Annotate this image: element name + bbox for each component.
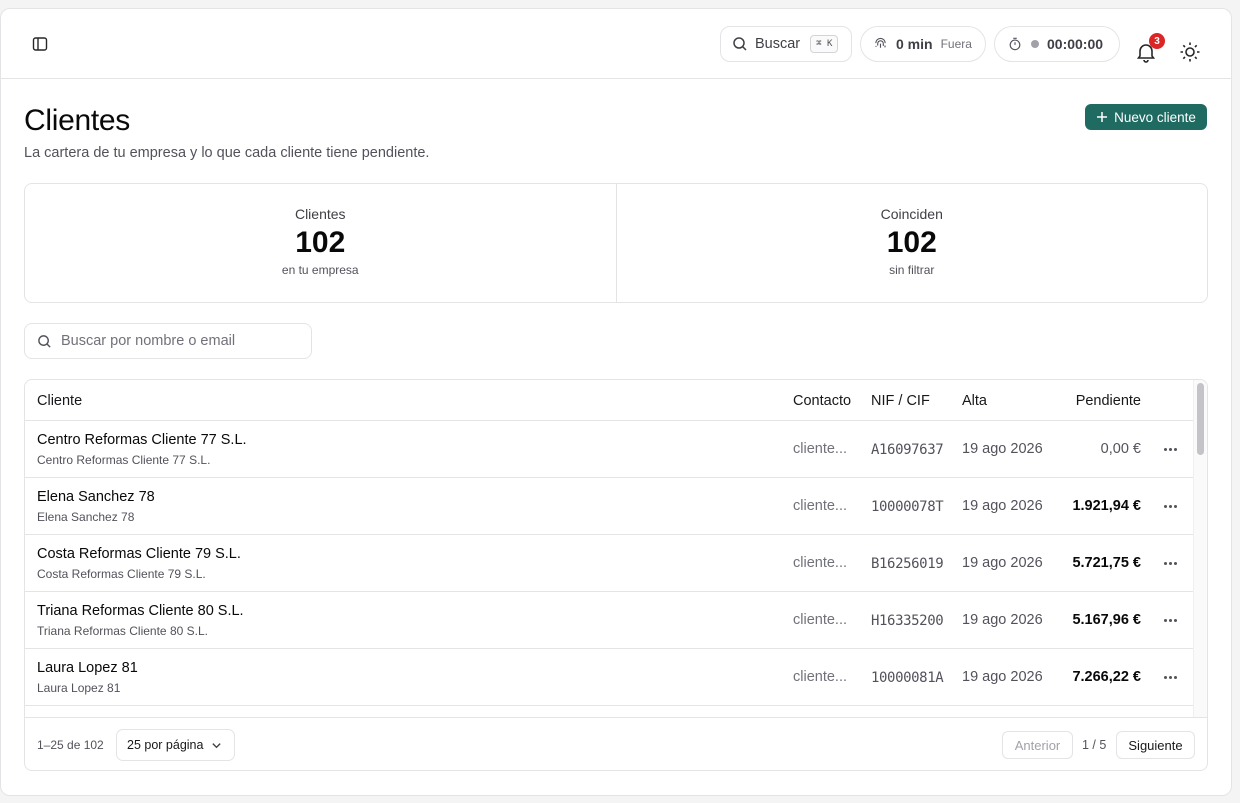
client-alta: 19 ago 2026 bbox=[962, 498, 1043, 514]
client-nif: 10000078T bbox=[871, 499, 944, 515]
row-more-icon[interactable] bbox=[1160, 440, 1180, 458]
column-header-cliente[interactable]: Cliente bbox=[37, 393, 82, 409]
client-contact: cliente... bbox=[793, 669, 847, 685]
column-header-pendiente[interactable]: Pendiente bbox=[1076, 393, 1141, 409]
top-bar: Buscar ⌘ K 0 min Fuera 00:00:00 3 bbox=[1, 9, 1231, 79]
fingerprint-icon bbox=[875, 37, 886, 48]
per-page-value: 25 por página bbox=[127, 738, 204, 752]
table-row[interactable]: Centro Reformas Cliente 77 S.L. Centro R… bbox=[25, 421, 1193, 478]
timer-status-dot bbox=[1031, 40, 1039, 48]
stat-label: Coinciden bbox=[880, 206, 943, 222]
table-row[interactable]: Triana Reformas Cliente 80 S.L. Triana R… bbox=[25, 592, 1193, 649]
client-nif: H16335200 bbox=[871, 613, 944, 629]
page-title: Clientes bbox=[24, 104, 130, 137]
client-name[interactable]: Triana Reformas Cliente 80 S.L. bbox=[37, 603, 244, 619]
global-search-label: Buscar bbox=[755, 36, 801, 52]
previous-page-button[interactable]: Anterior bbox=[1002, 731, 1073, 759]
client-nif: 10000081A bbox=[871, 670, 944, 686]
client-name[interactable]: Costa Reformas Cliente 79 S.L. bbox=[37, 546, 241, 562]
stat-total-clients: Clientes 102 en tu empresa bbox=[25, 184, 616, 302]
search-icon bbox=[733, 37, 747, 51]
chevron-down-icon bbox=[212, 742, 222, 748]
client-contact: cliente... bbox=[793, 612, 847, 628]
client-subtitle: Elena Sanchez 78 bbox=[37, 510, 135, 524]
table-footer: 1–25 de 102 25 por página Anterior 1 / 5… bbox=[25, 717, 1207, 770]
client-pendiente: 5.167,96 € bbox=[1072, 612, 1141, 628]
page-indicator: 1 / 5 bbox=[1082, 738, 1107, 752]
new-client-label: Nuevo cliente bbox=[1114, 109, 1196, 125]
client-name[interactable]: Laura Lopez 81 bbox=[37, 660, 138, 676]
client-search bbox=[24, 323, 312, 359]
client-pendiente: 0,00 € bbox=[1100, 441, 1141, 457]
client-alta: 19 ago 2026 bbox=[962, 555, 1043, 571]
table-header: Cliente Contacto NIF / CIF Alta Pendient… bbox=[25, 380, 1193, 421]
stat-matching-clients: Coinciden 102 sin filtrar bbox=[615, 184, 1208, 302]
search-shortcut: ⌘ K bbox=[810, 35, 839, 53]
table-scrollbar[interactable] bbox=[1193, 380, 1207, 717]
stat-value: 102 bbox=[886, 226, 937, 259]
stopwatch-icon bbox=[1009, 37, 1021, 51]
client-pendiente: 1.921,94 € bbox=[1072, 498, 1141, 514]
client-contact: cliente... bbox=[793, 555, 847, 571]
table-row-partial[interactable] bbox=[25, 706, 1193, 717]
client-pendiente: 5.721,75 € bbox=[1072, 555, 1141, 571]
stats-panel: Clientes 102 en tu empresa Coinciden 102… bbox=[24, 183, 1208, 303]
plus-icon bbox=[1097, 112, 1108, 122]
client-subtitle: Centro Reformas Cliente 77 S.L. bbox=[37, 453, 211, 467]
client-alta: 19 ago 2026 bbox=[962, 441, 1043, 457]
client-subtitle: Triana Reformas Cliente 80 S.L. bbox=[37, 624, 208, 638]
row-more-icon[interactable] bbox=[1160, 668, 1180, 686]
search-icon bbox=[38, 334, 51, 348]
stat-label: Clientes bbox=[294, 206, 346, 222]
client-alta: 19 ago 2026 bbox=[962, 612, 1043, 628]
client-subtitle: Costa Reformas Cliente 79 S.L. bbox=[37, 567, 206, 581]
column-header-contacto[interactable]: Contacto bbox=[793, 393, 851, 409]
next-page-button[interactable]: Siguiente bbox=[1116, 731, 1195, 759]
column-header-alta[interactable]: Alta bbox=[962, 393, 987, 409]
clock-state: Fuera bbox=[940, 37, 972, 51]
table-row[interactable]: Laura Lopez 81 Laura Lopez 81 cliente...… bbox=[25, 649, 1193, 706]
sidebar-icon bbox=[32, 37, 48, 51]
client-alta: 19 ago 2026 bbox=[962, 669, 1043, 685]
notifications-badge: 3 bbox=[1149, 33, 1165, 49]
client-name[interactable]: Centro Reformas Cliente 77 S.L. bbox=[37, 432, 247, 448]
sun-icon[interactable] bbox=[1179, 41, 1201, 63]
client-pendiente: 7.266,22 € bbox=[1072, 669, 1141, 685]
timer-button[interactable]: 00:00:00 bbox=[994, 26, 1120, 62]
client-name[interactable]: Elena Sanchez 78 bbox=[37, 489, 155, 505]
client-contact: cliente... bbox=[793, 498, 847, 514]
client-search-input[interactable] bbox=[61, 333, 301, 349]
new-client-button[interactable]: Nuevo cliente bbox=[1085, 104, 1207, 130]
client-nif: B16256019 bbox=[871, 556, 944, 572]
column-header-nif[interactable]: NIF / CIF bbox=[871, 393, 930, 409]
stat-note: en tu empresa bbox=[281, 263, 359, 277]
table-body: Centro Reformas Cliente 77 S.L. Centro R… bbox=[25, 421, 1193, 717]
app-window: Buscar ⌘ K 0 min Fuera 00:00:00 3 Client… bbox=[0, 8, 1232, 796]
stat-value: 102 bbox=[295, 226, 346, 259]
global-search-button[interactable]: Buscar ⌘ K bbox=[720, 26, 852, 62]
per-page-select[interactable]: 25 por página bbox=[116, 729, 235, 761]
timer-value: 00:00:00 bbox=[1047, 36, 1104, 52]
scrollbar-thumb[interactable] bbox=[1197, 383, 1204, 455]
row-more-icon[interactable] bbox=[1160, 497, 1180, 515]
clock-in-button[interactable]: 0 min Fuera bbox=[860, 26, 986, 62]
stat-note: sin filtrar bbox=[889, 263, 935, 277]
client-subtitle: Laura Lopez 81 bbox=[37, 681, 121, 695]
table-row[interactable]: Costa Reformas Cliente 79 S.L. Costa Ref… bbox=[25, 535, 1193, 592]
page-subtitle: La cartera de tu empresa y lo que cada c… bbox=[24, 145, 430, 161]
client-nif: A16097637 bbox=[871, 442, 944, 458]
client-contact: cliente... bbox=[793, 441, 847, 457]
row-more-icon[interactable] bbox=[1160, 554, 1180, 572]
table-row[interactable]: Elena Sanchez 78 Elena Sanchez 78 client… bbox=[25, 478, 1193, 535]
clock-value: 0 min bbox=[896, 36, 933, 52]
row-more-icon[interactable] bbox=[1160, 611, 1180, 629]
sidebar-toggle-button[interactable] bbox=[27, 31, 53, 57]
clients-table: Cliente Contacto NIF / CIF Alta Pendient… bbox=[24, 379, 1208, 771]
results-range: 1–25 de 102 bbox=[37, 738, 104, 752]
